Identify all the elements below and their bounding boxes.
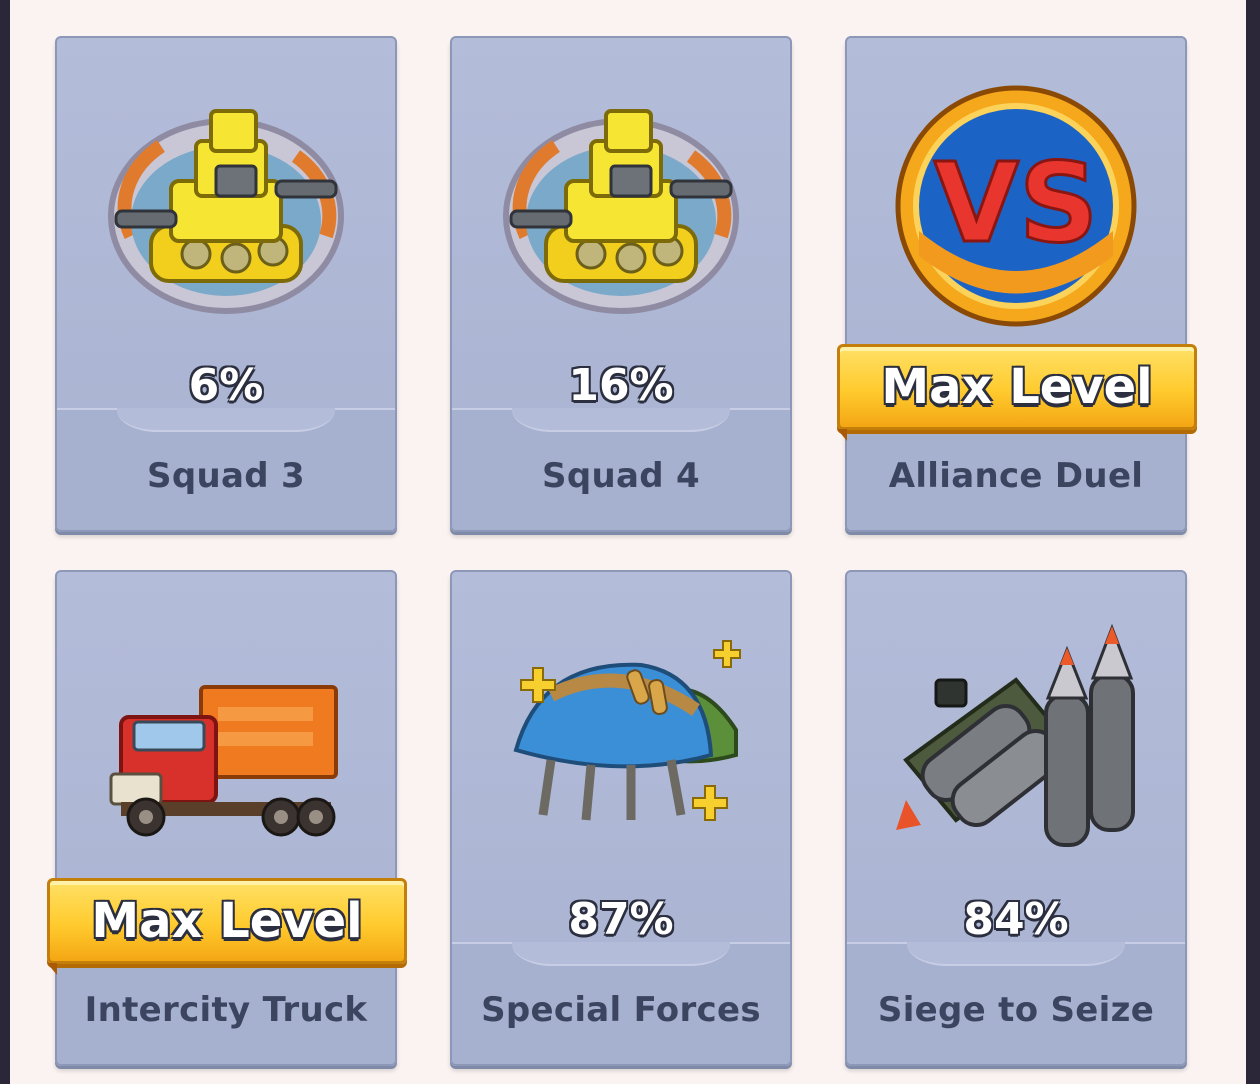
missiles-icon bbox=[847, 590, 1185, 890]
card-name: Intercity Truck bbox=[84, 990, 368, 1030]
progress-percent: 6% bbox=[188, 360, 264, 411]
card-name: Siege to Seize bbox=[877, 990, 1155, 1030]
card-special-forces[interactable]: 87% Special Forces bbox=[450, 570, 792, 1066]
helmets-icon bbox=[452, 590, 790, 890]
card-squad-4[interactable]: 16% Squad 4 bbox=[450, 36, 792, 532]
card-alliance-duel[interactable]: VS Max Level Alliance Duel bbox=[837, 36, 1197, 532]
card-squad-3[interactable]: 6% Squad 3 bbox=[55, 36, 397, 532]
max-level-badge: Max Level bbox=[837, 344, 1197, 441]
card-name: Special Forces bbox=[481, 990, 761, 1030]
tank-icon bbox=[452, 56, 790, 356]
card-intercity-truck[interactable]: Max Level Intercity Truck bbox=[47, 570, 407, 1066]
vs-icon: VS bbox=[847, 56, 1185, 356]
truck-icon bbox=[57, 602, 395, 902]
progress-percent: 87% bbox=[568, 894, 674, 945]
tank-icon bbox=[57, 56, 395, 356]
card-name: Squad 4 bbox=[542, 456, 700, 496]
progress-percent: 16% bbox=[568, 360, 674, 411]
frame-left bbox=[0, 0, 10, 1084]
frame-right bbox=[1246, 0, 1260, 1084]
card-name: Alliance Duel bbox=[888, 456, 1144, 496]
vs-text: VS bbox=[934, 139, 1098, 267]
progress-percent: 84% bbox=[963, 894, 1069, 945]
card-siege-to-seize[interactable]: 84% Siege to Seize bbox=[845, 570, 1187, 1066]
max-level-badge: Max Level bbox=[47, 878, 407, 975]
card-name: Squad 3 bbox=[147, 456, 305, 496]
